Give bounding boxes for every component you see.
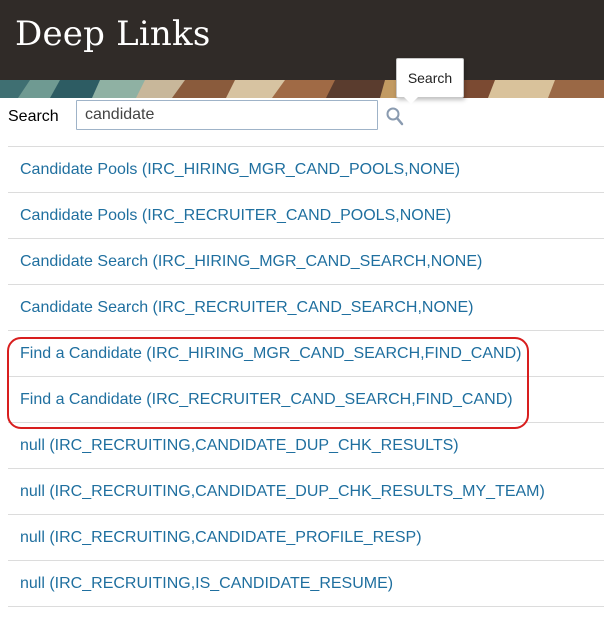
- list-item: Candidate Pools (IRC_RECRUITER_CAND_POOL…: [8, 193, 604, 239]
- result-link[interactable]: null (IRC_RECRUITING,CANDIDATE_PROFILE_R…: [20, 529, 422, 547]
- decorative-banner: [0, 80, 604, 98]
- result-link[interactable]: Candidate Search (IRC_RECRUITER_CAND_SEA…: [20, 299, 473, 317]
- list-item: null (IRC_RECRUITING,CANDIDATE_PROFILE_R…: [8, 515, 604, 561]
- list-item: null (IRC_RECRUITING,IS_CANDIDATE_RESUME…: [8, 561, 604, 607]
- result-link[interactable]: null (IRC_RECRUITING,CANDIDATE_DUP_CHK_R…: [20, 437, 459, 455]
- search-input[interactable]: [76, 100, 378, 130]
- list-item: Find a Candidate (IRC_RECRUITER_CAND_SEA…: [8, 377, 604, 423]
- results-list: Candidate Pools (IRC_HIRING_MGR_CAND_POO…: [8, 146, 604, 607]
- result-link[interactable]: Find a Candidate (IRC_HIRING_MGR_CAND_SE…: [20, 345, 521, 363]
- search-label: Search: [8, 108, 59, 125]
- result-link[interactable]: Candidate Pools (IRC_HIRING_MGR_CAND_POO…: [20, 161, 460, 179]
- list-item: Candidate Search (IRC_HIRING_MGR_CAND_SE…: [8, 239, 604, 285]
- search-tooltip: Search: [396, 58, 464, 98]
- result-link[interactable]: null (IRC_RECRUITING,CANDIDATE_DUP_CHK_R…: [20, 483, 545, 501]
- list-item: Candidate Search (IRC_RECRUITER_CAND_SEA…: [8, 285, 604, 331]
- result-link[interactable]: Candidate Search (IRC_HIRING_MGR_CAND_SE…: [20, 253, 482, 271]
- search-icon[interactable]: [385, 106, 405, 128]
- search-bar: Search: [0, 98, 604, 146]
- result-link[interactable]: Candidate Pools (IRC_RECRUITER_CAND_POOL…: [20, 207, 451, 225]
- list-item: Find a Candidate (IRC_HIRING_MGR_CAND_SE…: [8, 331, 604, 377]
- list-item: null (IRC_RECRUITING,CANDIDATE_DUP_CHK_R…: [8, 469, 604, 515]
- result-link[interactable]: Find a Candidate (IRC_RECRUITER_CAND_SEA…: [20, 391, 513, 409]
- list-item: Candidate Pools (IRC_HIRING_MGR_CAND_POO…: [8, 147, 604, 193]
- tooltip-pointer: [404, 97, 418, 104]
- page-header: Deep Links: [0, 0, 604, 80]
- result-link[interactable]: null (IRC_RECRUITING,IS_CANDIDATE_RESUME…: [20, 575, 393, 593]
- page-title: Deep Links: [15, 14, 211, 54]
- list-item: null (IRC_RECRUITING,CANDIDATE_DUP_CHK_R…: [8, 423, 604, 469]
